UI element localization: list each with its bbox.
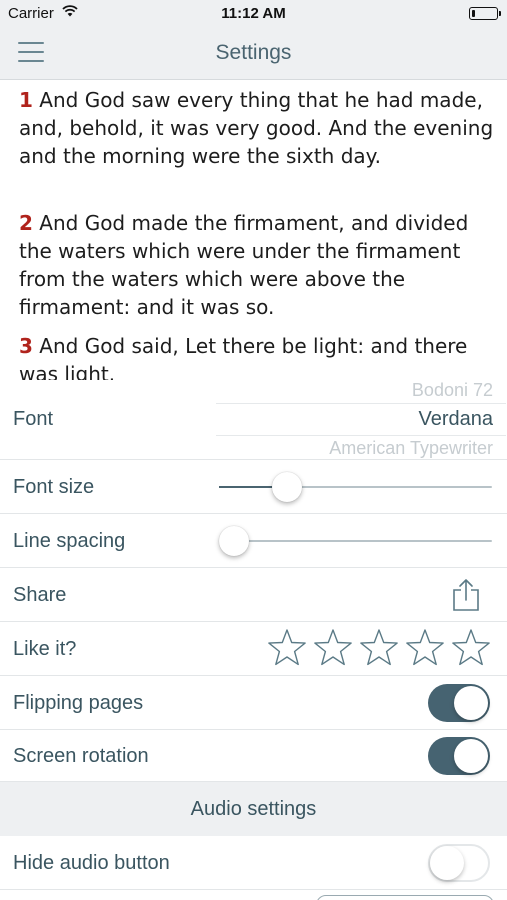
font-option-below[interactable]: American Typewriter (329, 438, 493, 459)
font-size-row: Font size (0, 460, 507, 514)
audio-settings-header: Audio settings (0, 782, 507, 836)
star-icon[interactable] (405, 628, 445, 668)
toggle-knob (454, 686, 488, 720)
screen-rotation-row: Screen rotation (0, 730, 507, 782)
status-time: 11:12 AM (221, 5, 286, 22)
hide-audio-label: Hide audio button (13, 852, 170, 874)
share-label: Share (13, 584, 67, 606)
verse-number: 2 (19, 211, 33, 235)
verse-1: 1 And God saw every thing that he had ma… (19, 86, 494, 170)
verse-number: 3 (19, 334, 33, 358)
line-spacing-slider[interactable] (219, 526, 492, 556)
line-spacing-row: Line spacing (0, 514, 507, 568)
hide-audio-toggle[interactable] (428, 844, 490, 882)
flipping-pages-label: Flipping pages (13, 692, 144, 714)
toggle-knob (430, 846, 464, 880)
rating-label: Like it? (13, 638, 77, 660)
star-icon[interactable] (451, 628, 491, 668)
battery-icon (469, 7, 501, 20)
text-preview: 1 And God saw every thing that he had ma… (0, 80, 507, 380)
share-icon[interactable] (451, 578, 481, 612)
line-spacing-label: Line spacing (13, 530, 126, 552)
status-bar: Carrier 11:12 AM (0, 0, 507, 26)
slider-thumb[interactable] (219, 526, 249, 556)
font-option-above[interactable]: Bodoni 72 (412, 380, 493, 401)
share-row[interactable]: Share (0, 568, 507, 622)
font-size-label: Font size (13, 476, 95, 498)
font-option-selected[interactable]: Verdana (418, 408, 493, 431)
toggle-knob (454, 739, 488, 773)
page-title: Settings (215, 41, 292, 64)
verse-3: 3 And God said, Let there be light: and … (19, 332, 494, 380)
font-row: Font Bodoni 72 Verdana American Typewrit… (0, 380, 507, 460)
verse-text: And God saw every thing that he had made… (19, 88, 494, 168)
verse-2: 2 And God made the firmament, and divide… (19, 209, 494, 321)
font-size-slider[interactable] (219, 472, 492, 502)
slider-thumb[interactable] (272, 472, 302, 502)
star-icon[interactable] (313, 628, 353, 668)
audio-settings-title: Audio settings (190, 798, 317, 820)
verse-text: And God made the firmament, and divided … (19, 211, 469, 319)
rating-row: Like it? (0, 622, 507, 676)
star-icon[interactable] (267, 628, 307, 668)
settings-panel: Font Bodoni 72 Verdana American Typewrit… (0, 380, 507, 900)
navigation-bar: Settings (0, 26, 507, 80)
next-row-control[interactable] (316, 895, 494, 900)
star-icon[interactable] (359, 628, 399, 668)
flipping-pages-row: Flipping pages (0, 676, 507, 730)
font-label: Font (13, 408, 54, 430)
screen-rotation-label: Screen rotation (13, 745, 149, 767)
flipping-pages-toggle[interactable] (428, 684, 490, 722)
verse-number: 1 (19, 88, 33, 112)
screen-rotation-toggle[interactable] (428, 737, 490, 775)
hide-audio-row: Hide audio button (0, 836, 507, 890)
verse-text: And God said, Let there be light: and th… (19, 334, 468, 380)
